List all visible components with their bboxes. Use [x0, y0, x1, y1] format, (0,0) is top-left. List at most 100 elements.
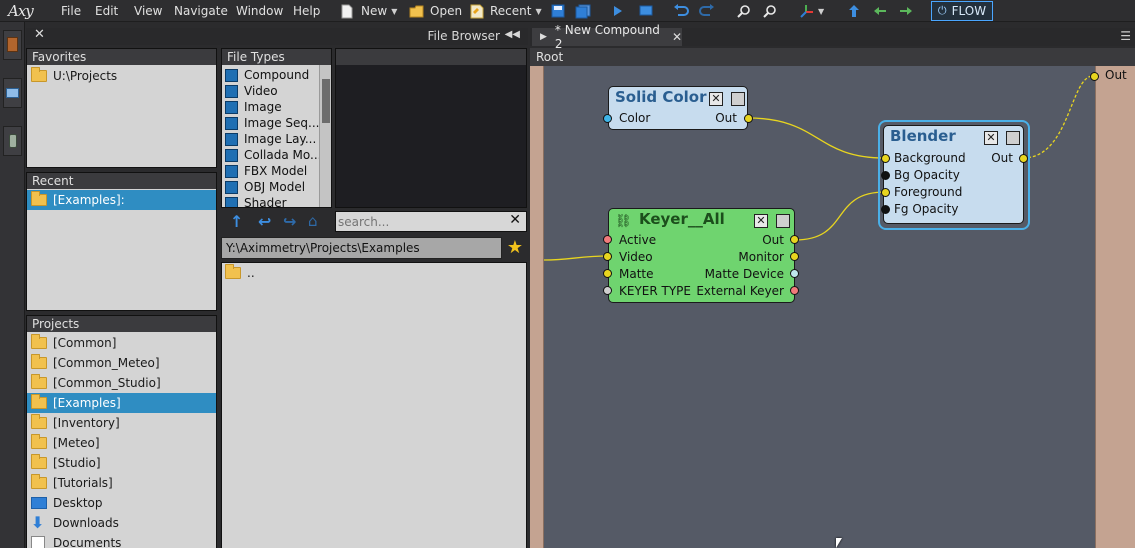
node-menu-icon[interactable] — [1006, 131, 1020, 145]
output-port[interactable] — [1090, 72, 1099, 81]
project-item[interactable]: [Common] — [27, 333, 216, 353]
port-background-in[interactable] — [881, 154, 890, 163]
back-button[interactable] — [873, 3, 887, 19]
project-item[interactable]: Documents — [27, 533, 216, 548]
file-type-item[interactable]: Compound — [222, 67, 319, 83]
file-type-item[interactable]: FBX Model — [222, 163, 319, 179]
node-keyer-all[interactable]: ⛓ Keyer__All ✕ Active Video Matte KEYER … — [608, 208, 795, 303]
node-solid-color[interactable]: Solid Color ✕ Color Out — [608, 86, 748, 130]
project-item[interactable]: [Studio] — [27, 453, 216, 473]
menu-file[interactable]: File — [61, 4, 81, 18]
menu-help[interactable]: Help — [293, 4, 320, 18]
port-out[interactable] — [1019, 154, 1028, 163]
open-button[interactable]: Open — [409, 3, 462, 19]
file-type-item[interactable]: Video — [222, 83, 319, 99]
port-video-in[interactable] — [603, 252, 612, 261]
checkbox[interactable] — [225, 164, 238, 178]
port-matte-in[interactable] — [603, 269, 612, 278]
menu-edit[interactable]: Edit — [95, 4, 118, 18]
project-item[interactable]: Desktop — [27, 493, 216, 513]
devices-tab[interactable] — [3, 126, 22, 156]
project-item[interactable]: [Inventory] — [27, 413, 216, 433]
star-icon[interactable]: ★ — [503, 237, 527, 259]
arrow-up-icon[interactable]: ↑ — [230, 212, 243, 231]
forward-icon[interactable]: ↪ — [283, 212, 296, 231]
preview-panel — [335, 48, 527, 208]
port-keyer-type-in[interactable] — [603, 286, 612, 295]
close-icon[interactable]: ✕ — [984, 131, 998, 145]
search-input[interactable] — [338, 214, 506, 229]
file-type-item[interactable]: OBJ Model — [222, 179, 319, 195]
port-external-keyer-out[interactable] — [790, 286, 799, 295]
zoom-out-button[interactable] — [763, 3, 777, 19]
port-out[interactable] — [744, 114, 753, 123]
forward-button[interactable] — [899, 3, 913, 19]
port-matte-device-out[interactable] — [790, 269, 799, 278]
port-monitor-out[interactable] — [790, 252, 799, 261]
project-item[interactable]: [Meteo] — [27, 433, 216, 453]
breadcrumb[interactable]: Root — [530, 48, 1135, 66]
menu-window[interactable]: Window — [236, 4, 283, 18]
close-icon[interactable]: ✕ — [754, 214, 768, 228]
clips-tab[interactable] — [3, 78, 22, 108]
file-type-item[interactable]: Image Seq... — [222, 115, 319, 131]
port-active-in[interactable] — [603, 235, 612, 244]
checkbox[interactable] — [225, 148, 238, 162]
home-icon[interactable]: ⌂ — [308, 212, 318, 230]
port-color-in[interactable] — [603, 114, 612, 123]
node-blender[interactable]: Blender ✕ Background Bg Opacity Foregrou… — [883, 125, 1024, 224]
flow-toggle-button[interactable]: ⏻ FLOW — [931, 1, 993, 21]
checkbox[interactable] — [225, 132, 238, 146]
file-type-item[interactable]: Shader — [222, 195, 319, 207]
collapse-icon[interactable]: ◀◀ — [505, 29, 520, 40]
clear-search-icon[interactable]: ✕ — [509, 212, 521, 228]
file-type-item[interactable]: Collada Mo... — [222, 147, 319, 163]
menu-navigate[interactable]: Navigate — [174, 4, 228, 18]
scroll-thumb[interactable] — [322, 79, 330, 123]
save-button[interactable] — [551, 3, 565, 19]
preview-button[interactable] — [639, 3, 653, 19]
project-item[interactable]: [Common_Meteo] — [27, 353, 216, 373]
checkbox[interactable] — [225, 180, 238, 194]
recent-item[interactable]: [Examples]: — [27, 190, 216, 210]
favorite-item[interactable]: U:\Projects — [27, 66, 216, 86]
close-icon[interactable]: ✕ — [34, 27, 45, 42]
flow-canvas[interactable]: Out Solid Color ✕ Color Out ⛓ Keyer__All… — [530, 66, 1135, 548]
checkbox[interactable] — [225, 196, 238, 207]
project-item[interactable]: [Common_Studio] — [27, 373, 216, 393]
project-item[interactable]: [Examples] — [27, 393, 216, 413]
back-icon[interactable]: ↩ — [258, 212, 271, 231]
go-up-button[interactable] — [848, 3, 860, 19]
run-button[interactable] — [613, 3, 623, 19]
checkbox[interactable] — [225, 68, 238, 82]
close-icon[interactable]: ✕ — [709, 92, 723, 106]
checkbox[interactable] — [225, 84, 238, 98]
file-types-scrollbar[interactable] — [319, 65, 331, 207]
transform-button[interactable]: ▼ — [800, 3, 824, 19]
path-bar[interactable]: Y:\Aximmetry\Projects\Examples — [221, 237, 502, 259]
menu-view[interactable]: View — [134, 4, 162, 18]
menu-icon[interactable]: ☰ — [1120, 29, 1131, 43]
port-out[interactable] — [790, 235, 799, 244]
new-button[interactable]: New ▼ — [341, 3, 397, 19]
project-item[interactable]: [Tutorials] — [27, 473, 216, 493]
node-menu-icon[interactable] — [776, 214, 790, 228]
close-icon[interactable]: ✕ — [672, 30, 682, 44]
zoom-in-button[interactable] — [737, 3, 751, 19]
redo-button[interactable] — [699, 3, 715, 19]
port-foreground-in[interactable] — [881, 188, 890, 197]
port-bg-opacity-in[interactable] — [881, 171, 890, 180]
port-fg-opacity-in[interactable] — [881, 205, 890, 214]
file-browser-tab[interactable] — [3, 30, 22, 60]
file-type-item[interactable]: Image — [222, 99, 319, 115]
save-all-button[interactable] — [575, 3, 591, 19]
file-item[interactable]: .. — [222, 263, 526, 283]
checkbox[interactable] — [225, 100, 238, 114]
checkbox[interactable] — [225, 116, 238, 130]
file-type-item[interactable]: Image Lay... — [222, 131, 319, 147]
tab-new-compound-2[interactable]: ▶ * New Compound 2 ✕ — [532, 23, 682, 51]
node-menu-icon[interactable] — [731, 92, 745, 106]
recent-button[interactable]: Recent ▼ — [470, 3, 542, 19]
project-item[interactable]: ⬇ Downloads — [27, 513, 216, 533]
undo-button[interactable] — [673, 3, 689, 19]
